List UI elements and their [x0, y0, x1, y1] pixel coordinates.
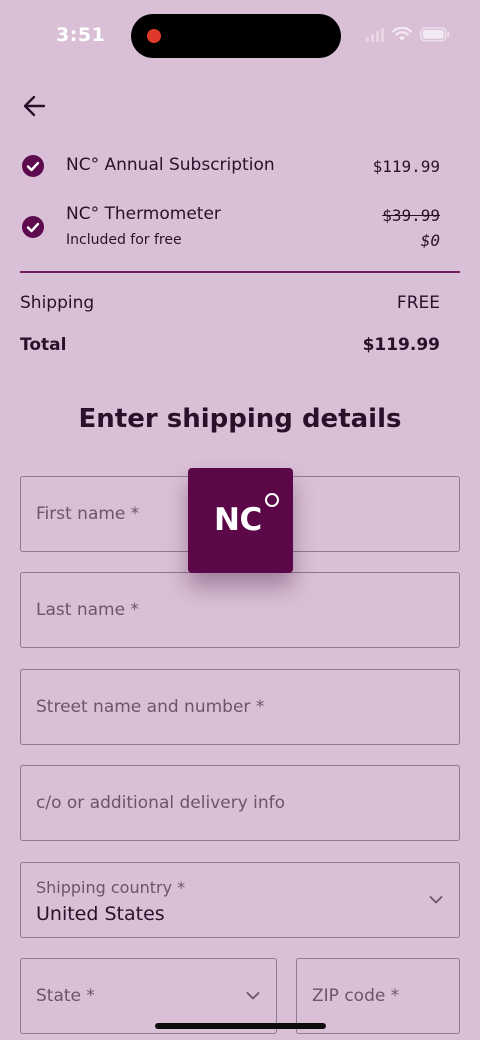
- delivery-info-field[interactable]: c/o or additional delivery info: [20, 765, 460, 841]
- shipping-country-value: United States: [36, 903, 165, 925]
- wifi-icon: [392, 27, 412, 41]
- nc-logo: NC: [188, 468, 293, 573]
- status-bar: 3:51: [0, 0, 480, 72]
- item-name: NC° Annual Subscription: [66, 155, 275, 175]
- cellular-signal-icon: [366, 27, 384, 42]
- page-title: Enter shipping details: [78, 404, 402, 434]
- battery-icon: [420, 27, 450, 42]
- status-time: 3:51: [56, 24, 106, 46]
- status-icons: [366, 27, 450, 42]
- recording-indicator-icon: [147, 29, 161, 43]
- chevron-down-icon: [246, 992, 260, 1000]
- dynamic-island: [131, 14, 341, 58]
- nc-logo-text: NC: [214, 502, 262, 538]
- last-name-placeholder: Last name *: [36, 600, 139, 620]
- last-name-field[interactable]: Last name *: [20, 572, 460, 648]
- total-label: Total: [20, 335, 67, 355]
- order-item: NC° Thermometer Included for free $39.99…: [20, 200, 440, 252]
- item-subtitle: Included for free: [66, 232, 182, 248]
- shipping-value: FREE: [396, 293, 440, 313]
- item-price: $119.99: [372, 157, 440, 176]
- street-field[interactable]: Street name and number *: [20, 669, 460, 745]
- total-value: $119.99: [362, 335, 440, 355]
- item-price: $0: [420, 231, 440, 250]
- street-placeholder: Street name and number *: [36, 697, 265, 717]
- arrow-left-icon: [23, 95, 46, 117]
- item-original-price: $39.99: [382, 206, 440, 225]
- shipping-country-select[interactable]: Shipping country * United States: [20, 862, 460, 938]
- checkmark-icon: [22, 155, 44, 177]
- shipping-label: Shipping: [20, 293, 95, 313]
- home-indicator[interactable]: [155, 1023, 326, 1029]
- checkmark-icon: [22, 216, 44, 238]
- degree-icon: [265, 493, 279, 507]
- zip-code-placeholder: ZIP code *: [312, 986, 400, 1006]
- delivery-info-placeholder: c/o or additional delivery info: [36, 793, 286, 813]
- item-name: NC° Thermometer: [66, 204, 221, 224]
- order-item: NC° Annual Subscription $119.99: [20, 150, 440, 182]
- state-placeholder: State *: [36, 986, 95, 1006]
- shipping-country-label: Shipping country *: [36, 878, 186, 897]
- divider: [20, 271, 460, 273]
- back-button[interactable]: [20, 90, 52, 122]
- first-name-placeholder: First name *: [36, 504, 140, 524]
- chevron-down-icon: [429, 896, 443, 904]
